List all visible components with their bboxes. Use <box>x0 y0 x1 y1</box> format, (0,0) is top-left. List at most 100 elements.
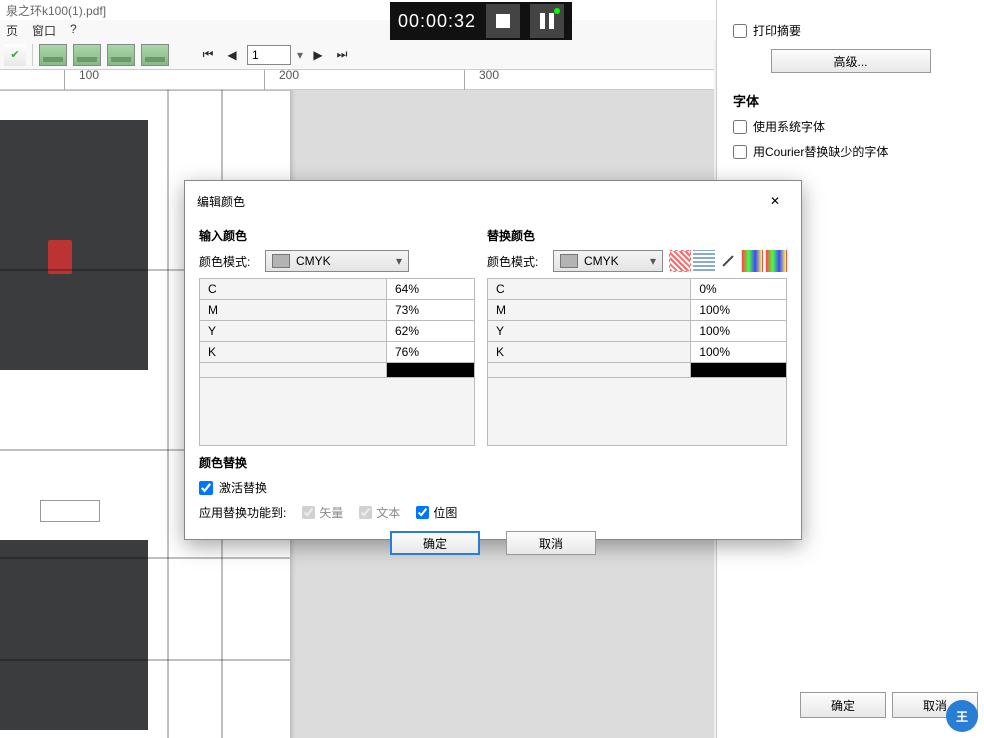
replace-swatch-row <box>488 363 787 378</box>
dialog-ok-button[interactable]: 确定 <box>390 531 480 555</box>
eyedropper-icon[interactable] <box>717 250 739 272</box>
replace-missing-courier-label: 用Courier替换缺少的字体 <box>753 143 888 160</box>
edit-color-dialog: 编辑颜色 ✕ 输入颜色 颜色模式: CMYK C64% M73% Y62% K7… <box>184 180 802 540</box>
palette-icon-4[interactable] <box>765 250 787 272</box>
table-row: M100% <box>488 300 787 321</box>
replace-missing-courier-checkbox[interactable] <box>733 145 747 159</box>
ruler-200: 200 <box>264 70 299 90</box>
replace-mode-value: CMYK <box>584 254 619 268</box>
palette-icon-1[interactable] <box>669 250 691 272</box>
replace-mode-label: 颜色模式: <box>487 253 547 270</box>
dialog-cancel-button[interactable]: 取消 <box>506 531 596 555</box>
replace-mode-select[interactable]: CMYK <box>553 250 663 272</box>
activate-replace-checkbox[interactable] <box>199 481 213 495</box>
use-system-fonts-label: 使用系统字体 <box>753 118 825 135</box>
check-icon[interactable]: ✔ <box>4 44 26 66</box>
dialog-footer: 颜色替换 激活替换 应用替换功能到: 矢量 文本 位图 确定 取消 <box>185 446 801 555</box>
cmyk-icon <box>272 254 290 268</box>
menu-window[interactable]: 窗口 <box>32 22 56 38</box>
replace-c-label: C <box>488 279 691 300</box>
replace-m-label: M <box>488 300 691 321</box>
thumb-view-4[interactable] <box>141 44 169 66</box>
input-mode-label: 颜色模式: <box>199 253 259 270</box>
recorder-time: 00:00:32 <box>398 11 476 32</box>
replace-color-header: 替换颜色 <box>487 227 787 244</box>
input-c-value[interactable]: 64% <box>387 279 475 300</box>
input-c-label: C <box>200 279 387 300</box>
recorder-pause-button[interactable] <box>530 4 564 38</box>
page-dropdown-icon[interactable]: ▾ <box>297 48 303 62</box>
text-label: 文本 <box>376 504 400 521</box>
input-m-value[interactable]: 73% <box>387 300 475 321</box>
ruler-100: 100 <box>64 70 99 90</box>
input-y-value[interactable]: 62% <box>387 321 475 342</box>
close-icon: ✕ <box>770 194 780 208</box>
use-system-fonts-checkbox[interactable] <box>733 120 747 134</box>
print-summary-label: 打印摘要 <box>753 22 801 39</box>
next-page-icon[interactable]: ▶ <box>309 46 327 64</box>
print-summary-checkbox[interactable] <box>733 24 747 38</box>
input-mode-select[interactable]: CMYK <box>265 250 409 272</box>
recorder-stop-button[interactable] <box>486 4 520 38</box>
vector-label: 矢量 <box>319 504 343 521</box>
menu-help[interactable]: ? <box>70 22 77 38</box>
replace-y-value[interactable]: 100% <box>691 321 787 342</box>
recording-indicator-icon <box>554 8 560 14</box>
replace-blank-row <box>488 378 787 446</box>
input-mode-value: CMYK <box>296 254 331 268</box>
menu-page[interactable]: 页 <box>6 22 18 38</box>
input-k-label: K <box>200 342 387 363</box>
color-replace-header: 颜色替换 <box>199 454 787 471</box>
input-color-column: 输入颜色 颜色模式: CMYK C64% M73% Y62% K76% <box>199 227 475 446</box>
input-blank-row <box>200 378 475 446</box>
palette-icon-2[interactable] <box>693 250 715 272</box>
thumb-view-3[interactable] <box>107 44 135 66</box>
screen-recorder: 00:00:32 <box>390 2 572 40</box>
apply-to-label: 应用替换功能到: <box>199 504 286 521</box>
dialog-title: 编辑颜色 <box>197 193 245 210</box>
table-row: Y100% <box>488 321 787 342</box>
palette-icon-3[interactable] <box>741 250 763 272</box>
input-k-value[interactable]: 76% <box>387 342 475 363</box>
stop-icon <box>496 14 510 28</box>
input-swatch-row <box>200 363 475 378</box>
input-y-label: Y <box>200 321 387 342</box>
right-ok-button[interactable]: 确定 <box>800 692 886 718</box>
replace-color-swatch <box>691 363 786 377</box>
page-number-input[interactable] <box>247 45 291 65</box>
thumb-view-1[interactable] <box>39 44 67 66</box>
advanced-button[interactable]: 高级... <box>771 49 931 73</box>
input-color-header: 输入颜色 <box>199 227 475 244</box>
last-page-icon[interactable]: ⏭ <box>333 46 351 64</box>
ruler-300: 300 <box>464 70 499 90</box>
replace-color-table: C0% M100% Y100% K100% <box>487 278 787 446</box>
cmyk-icon <box>560 254 578 268</box>
table-row: K76% <box>200 342 475 363</box>
first-page-icon[interactable]: ⏮ <box>199 46 217 64</box>
thumb-view-2[interactable] <box>73 44 101 66</box>
table-row: C64% <box>200 279 475 300</box>
vector-checkbox <box>302 506 315 519</box>
table-row: M73% <box>200 300 475 321</box>
toolbar-divider <box>32 44 33 66</box>
replace-y-label: Y <box>488 321 691 342</box>
input-m-label: M <box>200 300 387 321</box>
avatar[interactable]: 王 <box>946 700 978 732</box>
filename-text: 泉之环k100(1).pdf] <box>6 4 106 18</box>
input-color-table: C64% M73% Y62% K76% <box>199 278 475 446</box>
replace-k-label: K <box>488 342 691 363</box>
replace-m-value[interactable]: 100% <box>691 300 787 321</box>
horizontal-ruler: 100 200 300 <box>0 70 714 90</box>
input-color-swatch <box>387 363 474 377</box>
color-tool-icons <box>669 250 787 272</box>
font-section-header: 字体 <box>733 91 968 110</box>
table-row: C0% <box>488 279 787 300</box>
replace-c-value[interactable]: 0% <box>691 279 787 300</box>
replace-k-value[interactable]: 100% <box>691 342 787 363</box>
table-row: K100% <box>488 342 787 363</box>
bitmap-label: 位图 <box>433 504 457 521</box>
prev-page-icon[interactable]: ◀ <box>223 46 241 64</box>
activate-replace-label: 激活替换 <box>219 479 267 496</box>
dialog-close-button[interactable]: ✕ <box>761 189 789 213</box>
bitmap-checkbox[interactable] <box>416 506 429 519</box>
